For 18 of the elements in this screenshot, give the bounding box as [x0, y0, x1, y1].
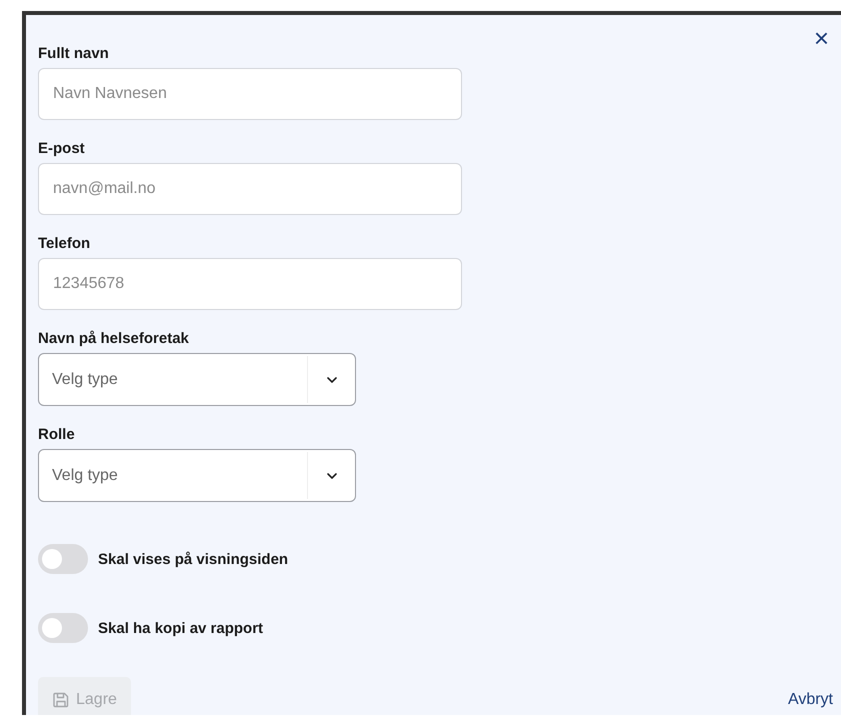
toggle-switch[interactable]: [38, 544, 88, 574]
toggle-switch[interactable]: [38, 613, 88, 643]
field-label: Telefon: [38, 235, 92, 252]
input-field[interactable]: navn@mail.no: [38, 163, 462, 215]
toggle-label: Skal ha kopi av rapport: [98, 620, 264, 636]
field-label: Rolle: [38, 426, 76, 443]
select-field[interactable]: Velg type: [38, 449, 356, 502]
cancel-link[interactable]: Avbryt: [788, 691, 833, 709]
select-placeholder: Velg type: [52, 466, 119, 484]
field-label: E-post: [38, 140, 86, 157]
field-label: Fullt navn: [38, 45, 110, 62]
close-button[interactable]: ×: [810, 25, 833, 51]
input-field[interactable]: Navn Navnesen: [38, 68, 462, 120]
select-field[interactable]: Velg type: [38, 353, 356, 406]
select-placeholder: Velg type: [52, 370, 119, 388]
field-label: Navn på helseforetak: [38, 330, 190, 347]
toggle-label: Skal vises på visningsiden: [98, 550, 288, 568]
input-field[interactable]: 12345678: [38, 258, 462, 310]
